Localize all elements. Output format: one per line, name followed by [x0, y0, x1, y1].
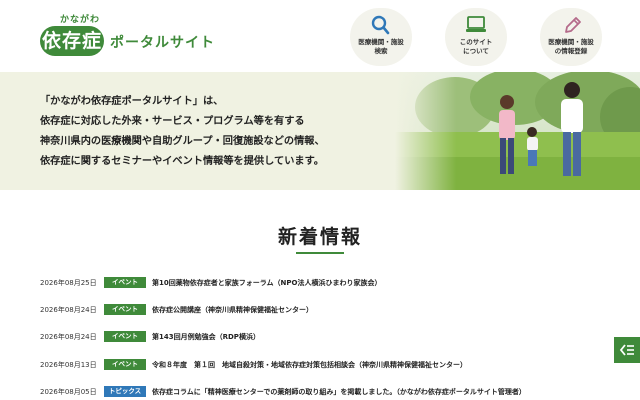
news-section-title: 新着情報: [277, 226, 362, 248]
news-category-badge: イベント: [104, 304, 146, 315]
news-date: 2026年08月24日: [40, 306, 97, 314]
news-item[interactable]: 2026年08月25日 イベント 第10回薬物依存症者と家族フォーラム（NPO法…: [40, 276, 620, 290]
news-item[interactable]: 2026年08月24日 イベント 依存症公開講座（神奈川県精神保健福祉センター）: [40, 303, 620, 317]
hero-line-1: 「かながわ依存症ポータルサイト」は、: [40, 96, 224, 107]
news-item[interactable]: 2026年08月13日 イベント 令和８年度 第１回 地域自殺対策・地域依存症対…: [40, 358, 620, 372]
logo-subtitle: ポータルサイト: [110, 35, 215, 51]
about-site-label-1: このサイト: [459, 38, 493, 46]
monitor-icon: [466, 16, 486, 32]
logo-main-badge: 依存症: [40, 26, 104, 56]
news-category-badge: トピックス: [104, 386, 146, 397]
news-date: 2026年08月05日: [40, 388, 97, 396]
news-item[interactable]: 2026年08月24日 イベント 第143回月例勉強会（RDP横浜）: [40, 330, 620, 344]
about-site-button[interactable]: このサイト について: [445, 8, 507, 66]
facility-register-label-2: の情報登録: [554, 47, 588, 55]
hero-line-3: 神奈川県内の医療機関や自助グループ・回復施設などの情報、: [40, 136, 325, 147]
news-title-link[interactable]: 第143回月例勉強会（RDP横浜）: [152, 332, 260, 342]
news-title-link[interactable]: 依存症コラムに「精神医療センターでの薬剤師の取り組み」を掲載しました。（かながわ…: [152, 387, 526, 397]
news-category-badge: イベント: [104, 331, 146, 342]
news-item[interactable]: 2026年08月05日 トピックス 依存症コラムに「精神医療センターでの薬剤師の…: [40, 385, 620, 399]
hero-banner: 「かながわ依存症ポータルサイト」は、 依存症に対応した外来・サービス・プログラム…: [0, 72, 640, 190]
news-date: 2026年08月25日: [40, 279, 97, 287]
news-date: 2026年08月13日: [40, 361, 97, 369]
collapse-menu-icon: [619, 344, 634, 356]
side-menu-tab[interactable]: [614, 337, 640, 363]
pencil-icon: [565, 17, 581, 33]
logo-region-text: かながわ: [60, 15, 101, 25]
news-title-underline: [296, 252, 344, 254]
facility-search-button[interactable]: 医療機関・施設 検索: [350, 8, 412, 66]
hero-line-2: 依存症に対応した外来・サービス・プログラム等を有する: [40, 116, 305, 127]
about-site-label-2: について: [463, 47, 489, 55]
site-header: かながわ 依存症 ポータルサイト 医療機関・施設 検索 このサイト について 医…: [0, 0, 640, 72]
news-title-link[interactable]: 第10回薬物依存症者と家族フォーラム（NPO法人横浜ひまわり家族会）: [152, 278, 381, 288]
facility-register-label-1: 医療機関・施設: [548, 38, 594, 46]
site-logo[interactable]: かながわ 依存症 ポータルサイト: [40, 12, 220, 62]
facility-search-label-2: 検索: [374, 47, 388, 55]
news-date: 2026年08月24日: [40, 333, 97, 341]
search-icon: [371, 15, 390, 35]
news-title-link[interactable]: 令和８年度 第１回 地域自殺対策・地域依存症対策包括相談会（神奈川県精神保健福祉…: [152, 360, 467, 370]
hero-intro-text: 「かながわ依存症ポータルサイト」は、 依存症に対応した外来・サービス・プログラム…: [40, 92, 400, 172]
family-park-photo: [395, 72, 640, 190]
news-category-badge: イベント: [104, 277, 146, 288]
news-category-badge: イベント: [104, 359, 146, 370]
news-title-link[interactable]: 依存症公開講座（神奈川県精神保健福祉センター）: [152, 305, 313, 315]
facility-register-button[interactable]: 医療機関・施設 の情報登録: [540, 8, 602, 66]
facility-search-label-1: 医療機関・施設: [358, 38, 404, 46]
hero-line-4: 依存症に関するセミナーやイベント情報等を提供しています。: [40, 156, 324, 167]
